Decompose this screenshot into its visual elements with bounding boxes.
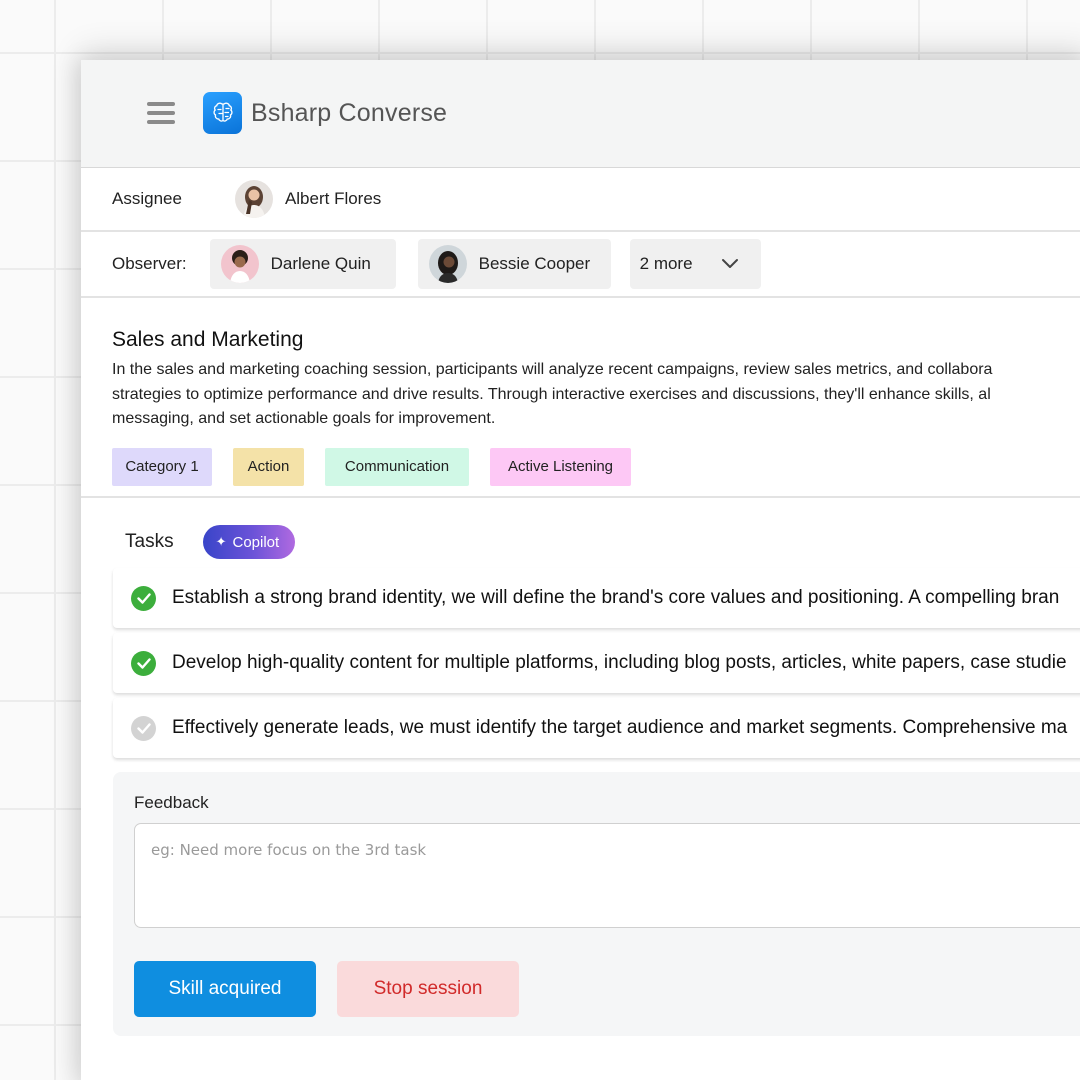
observer-chip-darlene[interactable]: Darlene Quin	[209, 239, 396, 289]
tag-communication[interactable]: Communication	[325, 447, 469, 486]
skill-acquired-button[interactable]: Skill acquired	[134, 961, 316, 1017]
task-item[interactable]: Develop high-quality content for multipl…	[113, 633, 1080, 693]
feedback-section: Feedback Skill acquired Stop session	[113, 772, 1080, 1036]
observer-chip-bessie[interactable]: Bessie Cooper	[417, 239, 611, 289]
session-description: In the sales and marketing coaching sess…	[112, 358, 1080, 432]
sparkle-icon: ✦	[215, 534, 227, 549]
stop-session-button[interactable]: Stop session	[337, 961, 519, 1017]
check-circle-icon[interactable]	[131, 715, 156, 741]
assignee-row: Assignee Albert Flores	[81, 168, 1080, 232]
more-observers-label: 2 more	[639, 254, 693, 273]
brain-icon[interactable]	[203, 92, 242, 134]
feedback-label: Feedback	[134, 793, 209, 812]
tasks-label: Tasks	[125, 531, 174, 552]
tag-active-listening[interactable]: Active Listening	[490, 447, 631, 486]
copilot-button[interactable]: ✦ Copilot	[202, 525, 296, 559]
assignee-label: Assignee	[112, 189, 182, 208]
check-circle-icon[interactable]	[131, 650, 156, 676]
observer-name: Darlene Quin	[270, 254, 371, 273]
description-line: messaging, and set actionable goals for …	[112, 410, 496, 427]
copilot-label: Copilot	[232, 533, 280, 551]
app-header: Bsharp Converse	[81, 60, 1080, 168]
task-item[interactable]: Establish a strong brand identity, we wi…	[113, 568, 1080, 628]
chevron-down-icon	[721, 259, 738, 268]
more-observers-button[interactable]: 2 more	[629, 239, 761, 289]
feedback-input[interactable]	[134, 823, 1080, 928]
tag-category[interactable]: Category 1	[112, 447, 212, 486]
tag-action[interactable]: Action	[233, 447, 304, 486]
observer-row: Observer: Darlene Quin Bessie Cooper 2 m…	[81, 232, 1080, 298]
session-title: Sales and Marketing	[112, 328, 304, 351]
assignee-name: Albert Flores	[284, 189, 382, 208]
avatar	[234, 180, 273, 218]
task-text: Establish a strong brand identity, we wi…	[172, 587, 1060, 608]
session-details: Sales and Marketing In the sales and mar…	[81, 298, 1080, 498]
description-line: strategies to optimize performance and d…	[112, 385, 991, 403]
tag-list: Category 1 Action Communication Active L…	[112, 447, 1080, 486]
app-title: Bsharp Converse	[251, 99, 448, 127]
observer-name: Bessie Cooper	[478, 254, 591, 273]
assignee-person[interactable]: Albert Flores	[234, 180, 382, 218]
check-circle-icon[interactable]	[131, 585, 156, 611]
tasks-header: Tasks ✦ Copilot	[81, 521, 1080, 563]
observer-label: Observer:	[112, 254, 187, 273]
task-text: Develop high-quality content for multipl…	[172, 652, 1067, 673]
task-item[interactable]: Effectively generate leads, we must iden…	[113, 698, 1080, 758]
hamburger-icon[interactable]	[147, 102, 175, 124]
description-line: In the sales and marketing coaching sess…	[112, 361, 993, 378]
session-panel: Bsharp Converse Assignee Albert Flores O…	[81, 60, 1080, 1080]
task-list: Establish a strong brand identity, we wi…	[113, 568, 1080, 758]
avatar	[428, 245, 467, 283]
avatar	[220, 245, 259, 283]
task-text: Effectively generate leads, we must iden…	[172, 717, 1068, 738]
